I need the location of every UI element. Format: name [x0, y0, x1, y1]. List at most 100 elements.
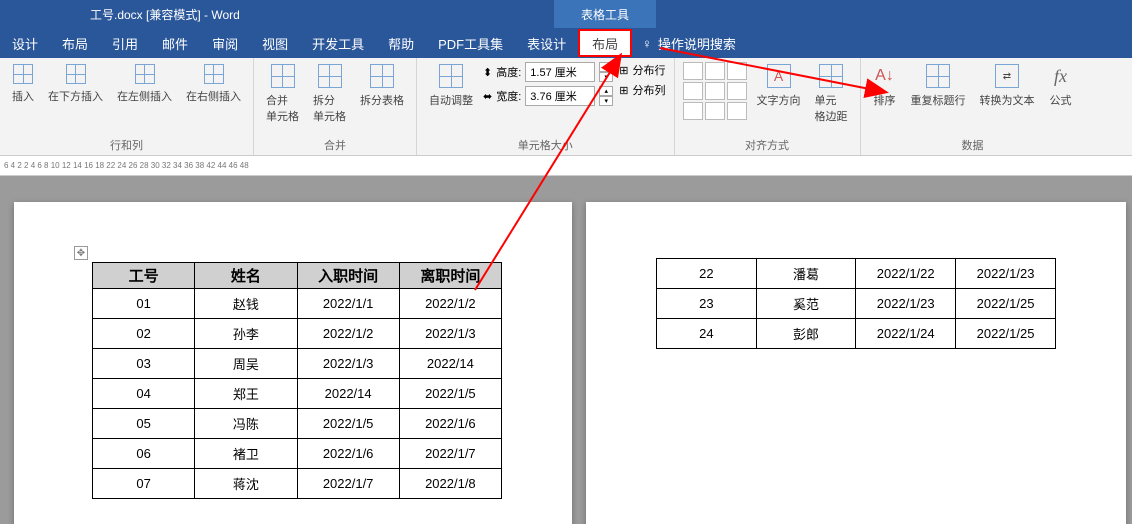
col-header[interactable]: 工号 [93, 263, 195, 289]
tab-help[interactable]: 帮助 [376, 28, 426, 58]
tab-devtools[interactable]: 开发工具 [300, 28, 376, 58]
table-cell[interactable]: 2022/1/1 [297, 289, 399, 319]
tab-layout[interactable]: 布局 [50, 28, 100, 58]
table-cell[interactable]: 2022/1/3 [297, 349, 399, 379]
table-cell[interactable]: 2022/1/2 [297, 319, 399, 349]
table-cell[interactable]: 23 [657, 289, 757, 319]
continued-table[interactable]: 22潘葛2022/1/222022/1/2323奚范2022/1/232022/… [656, 258, 1056, 349]
cell-margins-button[interactable]: 单元 格边距 [811, 62, 852, 126]
sort-button[interactable]: A↓排序 [869, 62, 901, 110]
group-data: A↓排序 重复标题行 ⇄转换为文本 fx公式 数据 [861, 58, 1085, 155]
table-cell[interactable]: 奚范 [756, 289, 856, 319]
table-cell[interactable]: 06 [93, 439, 195, 469]
merge-cells-button[interactable]: 合并 单元格 [262, 62, 303, 126]
table-cell[interactable]: 2022/1/5 [297, 409, 399, 439]
tab-mailings[interactable]: 邮件 [150, 28, 200, 58]
table-row[interactable]: 23奚范2022/1/232022/1/25 [657, 289, 1056, 319]
table-cell[interactable]: 周吴 [195, 349, 297, 379]
table-anchor-icon[interactable]: ✥ [74, 246, 88, 260]
table-cell[interactable]: 05 [93, 409, 195, 439]
table-row[interactable]: 02孙李2022/1/22022/1/3 [93, 319, 502, 349]
table-cell[interactable]: 2022/1/23 [956, 259, 1056, 289]
table-row[interactable]: 05冯陈2022/1/52022/1/6 [93, 409, 502, 439]
table-cell[interactable]: 24 [657, 319, 757, 349]
table-cell[interactable]: 2022/1/24 [856, 319, 956, 349]
tab-table-design[interactable]: 表设计 [515, 28, 578, 58]
table-row[interactable]: 06褚卫2022/1/62022/1/7 [93, 439, 502, 469]
height-down[interactable]: ▾ [599, 72, 613, 82]
insert-button[interactable]: 插入 [8, 62, 38, 106]
main-table[interactable]: 工号 姓名 入职时间 离职时间 01赵钱2022/1/12022/1/202孙李… [92, 262, 502, 499]
height-up[interactable]: ▴ [599, 62, 613, 72]
table-cell[interactable]: 02 [93, 319, 195, 349]
repeat-header-button[interactable]: 重复标题行 [907, 62, 970, 110]
tell-me-label: 操作说明搜索 [658, 34, 736, 53]
convert-to-text-button[interactable]: ⇄转换为文本 [976, 62, 1039, 110]
table-cell[interactable]: 01 [93, 289, 195, 319]
autofit-button[interactable]: 自动调整 [425, 62, 477, 110]
tab-review[interactable]: 审阅 [200, 28, 250, 58]
alignment-grid[interactable] [683, 62, 747, 120]
table-cell[interactable]: 2022/1/7 [399, 439, 501, 469]
insert-below-button[interactable]: 在下方插入 [44, 62, 107, 106]
table-cell[interactable]: 22 [657, 259, 757, 289]
table-cell[interactable]: 2022/14 [297, 379, 399, 409]
table-row[interactable]: 22潘葛2022/1/222022/1/23 [657, 259, 1056, 289]
horizontal-ruler[interactable]: 6 4 2 2 4 6 8 10 12 14 16 18 22 24 26 28… [0, 156, 1132, 176]
dist-cols-button[interactable]: 分布列 [633, 82, 666, 98]
table-row[interactable]: 03周吴2022/1/32022/14 [93, 349, 502, 379]
table-row[interactable]: 07蒋沈2022/1/72022/1/8 [93, 469, 502, 499]
insert-right-button[interactable]: 在右侧插入 [182, 62, 245, 106]
table-cell[interactable]: 赵钱 [195, 289, 297, 319]
table-row[interactable]: 04郑王2022/142022/1/5 [93, 379, 502, 409]
table-row[interactable]: 01赵钱2022/1/12022/1/2 [93, 289, 502, 319]
table-cell[interactable]: 2022/1/22 [856, 259, 956, 289]
table-cell[interactable]: 褚卫 [195, 439, 297, 469]
width-icon: ⬌ [483, 90, 492, 103]
table-cell[interactable]: 03 [93, 349, 195, 379]
tab-view[interactable]: 视图 [250, 28, 300, 58]
context-tab-table-tools[interactable]: 表格工具 [554, 0, 656, 28]
table-cell[interactable]: 07 [93, 469, 195, 499]
tab-design[interactable]: 设计 [0, 28, 50, 58]
table-cell[interactable]: 2022/14 [399, 349, 501, 379]
table-row[interactable]: 24彭郎2022/1/242022/1/25 [657, 319, 1056, 349]
table-cell[interactable]: 2022/1/8 [399, 469, 501, 499]
formula-button[interactable]: fx公式 [1045, 62, 1077, 110]
col-header[interactable]: 离职时间 [399, 263, 501, 289]
table-cell[interactable]: 2022/1/25 [956, 289, 1056, 319]
height-input[interactable] [525, 62, 595, 82]
table-cell[interactable]: 孙李 [195, 319, 297, 349]
width-input[interactable] [525, 86, 595, 106]
tell-me[interactable]: ♀ 操作说明搜索 [642, 34, 736, 53]
dist-rows-button[interactable]: 分布行 [633, 62, 666, 78]
col-header[interactable]: 入职时间 [297, 263, 399, 289]
group-rows-cols: 插入 在下方插入 在左侧插入 在右侧插入 行和列 [0, 58, 254, 155]
tab-table-layout[interactable]: 布局 [578, 29, 632, 57]
table-cell[interactable]: 2022/1/6 [399, 409, 501, 439]
split-cells-button[interactable]: 拆分 单元格 [309, 62, 350, 126]
table-cell[interactable]: 2022/1/3 [399, 319, 501, 349]
table-cell[interactable]: 2022/1/7 [297, 469, 399, 499]
table-cell[interactable]: 郑王 [195, 379, 297, 409]
table-cell[interactable]: 彭郎 [756, 319, 856, 349]
bulb-icon: ♀ [642, 36, 652, 51]
tab-pdf[interactable]: PDF工具集 [426, 28, 515, 58]
table-cell[interactable]: 04 [93, 379, 195, 409]
table-cell[interactable]: 2022/1/23 [856, 289, 956, 319]
table-cell[interactable]: 潘葛 [756, 259, 856, 289]
table-cell[interactable]: 2022/1/5 [399, 379, 501, 409]
table-cell[interactable]: 2022/1/2 [399, 289, 501, 319]
table-cell[interactable]: 冯陈 [195, 409, 297, 439]
table-cell[interactable]: 2022/1/25 [956, 319, 1056, 349]
table-cell[interactable]: 2022/1/6 [297, 439, 399, 469]
group-label: 对齐方式 [683, 135, 852, 155]
width-down[interactable]: ▾ [599, 96, 613, 106]
table-cell[interactable]: 蒋沈 [195, 469, 297, 499]
insert-left-button[interactable]: 在左侧插入 [113, 62, 176, 106]
col-header[interactable]: 姓名 [195, 263, 297, 289]
text-direction-button[interactable]: A文字方向 [753, 62, 805, 110]
width-up[interactable]: ▴ [599, 86, 613, 96]
split-table-button[interactable]: 拆分表格 [356, 62, 408, 110]
tab-references[interactable]: 引用 [100, 28, 150, 58]
